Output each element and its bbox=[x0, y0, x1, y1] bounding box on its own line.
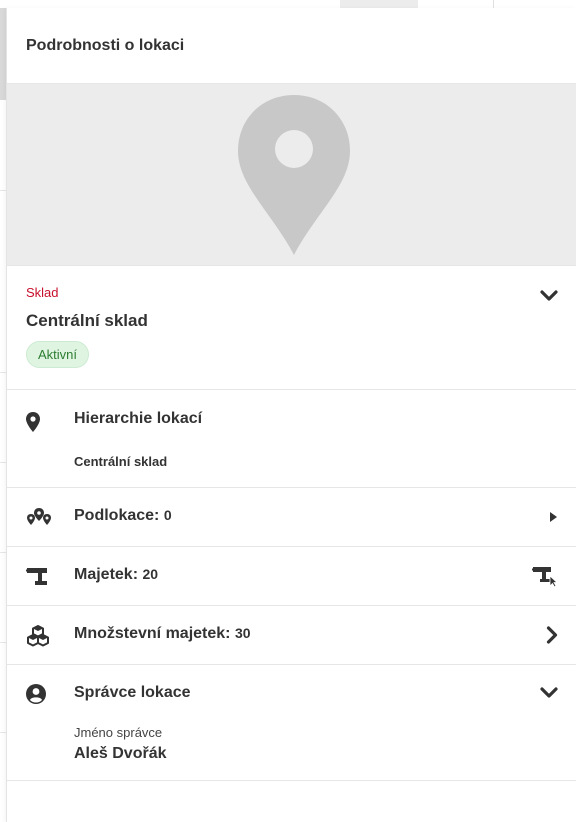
background-tab bbox=[340, 0, 418, 8]
panel-header: Podrobnosti o lokaci bbox=[7, 8, 576, 84]
quantity-assets-row[interactable]: Množstevní majetek: 30 bbox=[7, 606, 576, 665]
location-hierarchy-section: Hierarchie lokací Centrální sklad bbox=[7, 390, 576, 488]
location-administrator-section: Správce lokace Jméno správce Aleš Dvořák bbox=[7, 665, 576, 781]
map-marker-icon bbox=[26, 412, 40, 432]
chevron-right-icon[interactable] bbox=[546, 626, 558, 644]
drill-icon bbox=[26, 568, 47, 585]
drill-pointer-icon[interactable] bbox=[532, 565, 558, 587]
map-placeholder bbox=[7, 84, 576, 266]
sublocations-count: 0 bbox=[163, 507, 172, 523]
hierarchy-path[interactable]: Centrální sklad bbox=[74, 454, 167, 469]
administrator-label: Správce lokace bbox=[74, 684, 191, 701]
hierarchy-label: Hierarchie lokací bbox=[74, 410, 203, 427]
cubes-icon bbox=[27, 625, 49, 647]
assets-row[interactable]: Majetek: 20 bbox=[7, 547, 576, 606]
caret-right-icon[interactable] bbox=[548, 510, 558, 524]
administrator-name: Aleš Dvořák bbox=[74, 745, 167, 762]
user-circle-icon bbox=[26, 684, 46, 704]
location-detail-panel: Podrobnosti o lokaci Sklad Centrální skl… bbox=[6, 8, 576, 822]
multiple-markers-icon bbox=[27, 508, 51, 525]
panel-title: Podrobnosti o lokaci bbox=[26, 36, 185, 54]
sublocations-row[interactable]: Podlokace: 0 bbox=[7, 488, 576, 547]
location-name: Centrální sklad bbox=[26, 311, 148, 330]
quantity-assets-count: 30 bbox=[234, 625, 251, 641]
assets-label: Majetek: 20 bbox=[74, 566, 159, 583]
quantity-assets-label: Množstevní majetek: 30 bbox=[74, 625, 251, 642]
background-tab bbox=[418, 0, 494, 8]
location-summary[interactable]: Sklad Centrální sklad Aktivní bbox=[7, 266, 576, 390]
map-marker-icon bbox=[238, 95, 350, 255]
status-badge: Aktivní bbox=[26, 341, 90, 368]
chevron-down-icon[interactable] bbox=[540, 687, 558, 699]
assets-count: 20 bbox=[142, 566, 159, 582]
chevron-down-icon[interactable] bbox=[540, 290, 558, 302]
location-type: Sklad bbox=[26, 285, 59, 300]
sublocations-label: Podlokace: 0 bbox=[74, 507, 172, 524]
administrator-name-label: Jméno správce bbox=[74, 725, 163, 740]
